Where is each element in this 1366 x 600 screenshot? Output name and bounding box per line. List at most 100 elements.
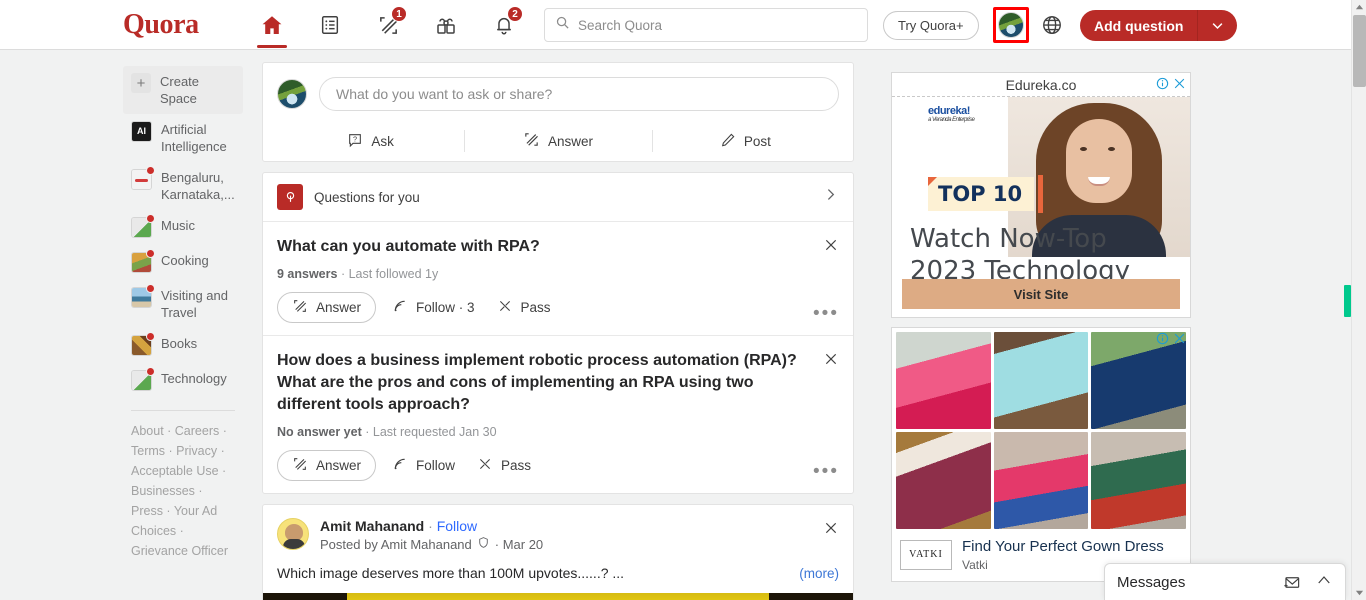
unread-dot: [146, 249, 155, 258]
nav-spaces-button[interactable]: [417, 2, 475, 48]
post-image[interactable]: What Is More Beautiful Than This: [263, 593, 853, 600]
floral-blue-gown-thumb[interactable]: [993, 332, 1089, 429]
questions-for-you-header[interactable]: Questions for you: [263, 173, 853, 222]
nav-home-button[interactable]: [243, 2, 301, 48]
avatar[interactable]: [998, 12, 1024, 38]
footer-link-grievance-officer[interactable]: Grievance Officer: [131, 544, 228, 558]
post-author-name[interactable]: Amit Mahanand: [320, 518, 424, 534]
top-navigation-bar: Quora 1 2 Search Quora Try Quora+ Add qu…: [0, 0, 1351, 50]
pink-gown-thumb[interactable]: [896, 332, 991, 429]
post-author-avatar[interactable]: [277, 518, 309, 550]
composer-avatar[interactable]: [277, 79, 307, 109]
composer-answer-button[interactable]: Answer: [464, 121, 651, 161]
composer-post-button[interactable]: Post: [651, 121, 839, 161]
ad-close-icon[interactable]: [1173, 332, 1186, 350]
sidebar-footer-links: About · Careers · Terms · Privacy · Acce…: [131, 424, 229, 558]
question-more-options-button[interactable]: •••: [813, 462, 839, 481]
composer-actions: ? Ask Answer Post: [277, 121, 839, 161]
footer-link-terms[interactable]: Terms: [131, 444, 165, 458]
sidebar-item-visiting-and-travel[interactable]: Visiting and Travel: [123, 280, 243, 328]
search-input[interactable]: Search Quora: [544, 8, 868, 42]
quora-logo[interactable]: Quora: [123, 9, 199, 41]
follow-label: Follow · 3: [416, 300, 475, 315]
composer-ask-button[interactable]: ? Ask: [277, 121, 464, 161]
separator-dot: ·: [428, 518, 433, 534]
follow-button[interactable]: Follow: [386, 450, 461, 481]
cooking-space-thumb: [131, 249, 155, 273]
nav-following-button[interactable]: [301, 2, 359, 48]
footer-link-about[interactable]: About: [131, 424, 164, 438]
ad-edureka[interactable]: Edureka.co edureka! a Veranda Enterprise…: [891, 72, 1191, 318]
ad-visit-site-button[interactable]: Visit Site: [902, 279, 1180, 309]
ad-brand-logo: VATKI: [900, 539, 952, 570]
pass-icon: [497, 298, 513, 317]
chevron-up-icon[interactable]: [1315, 571, 1333, 594]
scroll-up-arrow[interactable]: [1352, 0, 1366, 15]
composer-ask-label: Ask: [371, 133, 394, 149]
footer-link-careers[interactable]: Careers: [175, 424, 219, 438]
sidebar-item-books[interactable]: Books: [123, 328, 243, 363]
answer-badge-count: 1: [391, 6, 407, 22]
scroll-down-arrow[interactable]: [1352, 585, 1366, 600]
answer-button[interactable]: Answer: [277, 292, 377, 323]
ad-creative[interactable]: edureka! a Veranda Enterprise TOP 10 Wat…: [892, 97, 1190, 317]
footer-link-businesses[interactable]: Businesses: [131, 484, 195, 498]
pass-button[interactable]: Pass: [471, 450, 537, 481]
scrollbar-thumb[interactable]: [1353, 15, 1366, 87]
search-icon: [555, 15, 570, 35]
add-question-button[interactable]: Add question: [1080, 10, 1238, 41]
sidebar-item-cooking[interactable]: Cooking: [123, 245, 243, 280]
chevron-right-icon[interactable]: [822, 186, 839, 208]
pass-label: Pass: [501, 458, 532, 473]
create-space-button[interactable]: + Create Space: [123, 66, 243, 114]
ad-info-icon[interactable]: [1156, 77, 1169, 95]
green-red-lehenga-thumb[interactable]: [1091, 432, 1186, 529]
page-scrollbar[interactable]: [1351, 0, 1366, 600]
post-image-banner: [347, 593, 769, 600]
footer-link-press[interactable]: Press: [131, 504, 163, 518]
sidebar-item-label: Books: [161, 336, 198, 351]
answer-button[interactable]: Answer: [277, 450, 377, 481]
dismiss-post-button[interactable]: [822, 519, 840, 537]
question-answer-count: 9 answers: [277, 267, 338, 281]
question-title[interactable]: How does a business implement robotic pr…: [277, 350, 839, 416]
composer-input[interactable]: What do you want to ask or share?: [319, 77, 839, 111]
try-quora-plus-button[interactable]: Try Quora+: [883, 11, 979, 40]
dismiss-question-button[interactable]: [822, 236, 840, 254]
maroon-gown-thumb[interactable]: [896, 432, 991, 529]
nav-answer-button[interactable]: 1: [359, 2, 417, 48]
new-message-icon[interactable]: [1282, 573, 1301, 592]
language-globe-icon[interactable]: [1041, 14, 1063, 41]
question-title[interactable]: What can you automate with RPA?: [277, 236, 839, 258]
sidebar-item-bengaluru[interactable]: Bengaluru, Karnataka,...: [123, 162, 243, 210]
footer-link-acceptable-use[interactable]: Acceptable Use: [131, 464, 219, 478]
plus-icon: +: [131, 73, 151, 93]
ad-brand-logo: edureka! a Veranda Enterprise: [928, 105, 975, 123]
post-follow-link[interactable]: Follow: [437, 518, 477, 534]
ad-headline[interactable]: Find Your Perfect Gown Dress: [962, 537, 1164, 556]
footer-link-privacy[interactable]: Privacy: [176, 444, 217, 458]
books-space-thumb: [131, 332, 155, 356]
sidebar-item-artificial-intelligence[interactable]: AI Artificial Intelligence: [123, 114, 243, 162]
chevron-down-icon[interactable]: [1198, 18, 1237, 33]
follow-label: Follow: [416, 458, 456, 473]
post-more-link[interactable]: (more): [799, 566, 839, 581]
profile-avatar-highlight[interactable]: [993, 7, 1029, 43]
ad-accent-bar: [1038, 175, 1043, 213]
ad-vatki[interactable]: VATKI Find Your Perfect Gown Dress Vatki: [891, 327, 1191, 582]
post-author-block: Amit Mahanand · Follow Posted by Amit Ma…: [320, 518, 543, 552]
post-date: · Mar 20: [494, 536, 544, 552]
ad-info-icon[interactable]: [1156, 332, 1169, 350]
messages-dock[interactable]: Messages: [1104, 563, 1346, 600]
sidebar-item-technology[interactable]: Technology: [123, 363, 243, 398]
dismiss-question-button[interactable]: [822, 350, 840, 368]
question-more-options-button[interactable]: •••: [813, 304, 839, 323]
nav-notifications-button[interactable]: 2: [475, 2, 533, 48]
pink-blue-lehenga-thumb[interactable]: [993, 432, 1089, 529]
post-posted-by: Posted by Amit Mahanand: [320, 536, 472, 552]
pass-button[interactable]: Pass: [491, 292, 557, 323]
sidebar-item-music[interactable]: Music: [123, 210, 243, 245]
follow-button[interactable]: Follow · 3: [386, 292, 481, 323]
list-icon: [319, 14, 341, 36]
ad-close-icon[interactable]: [1173, 77, 1186, 95]
